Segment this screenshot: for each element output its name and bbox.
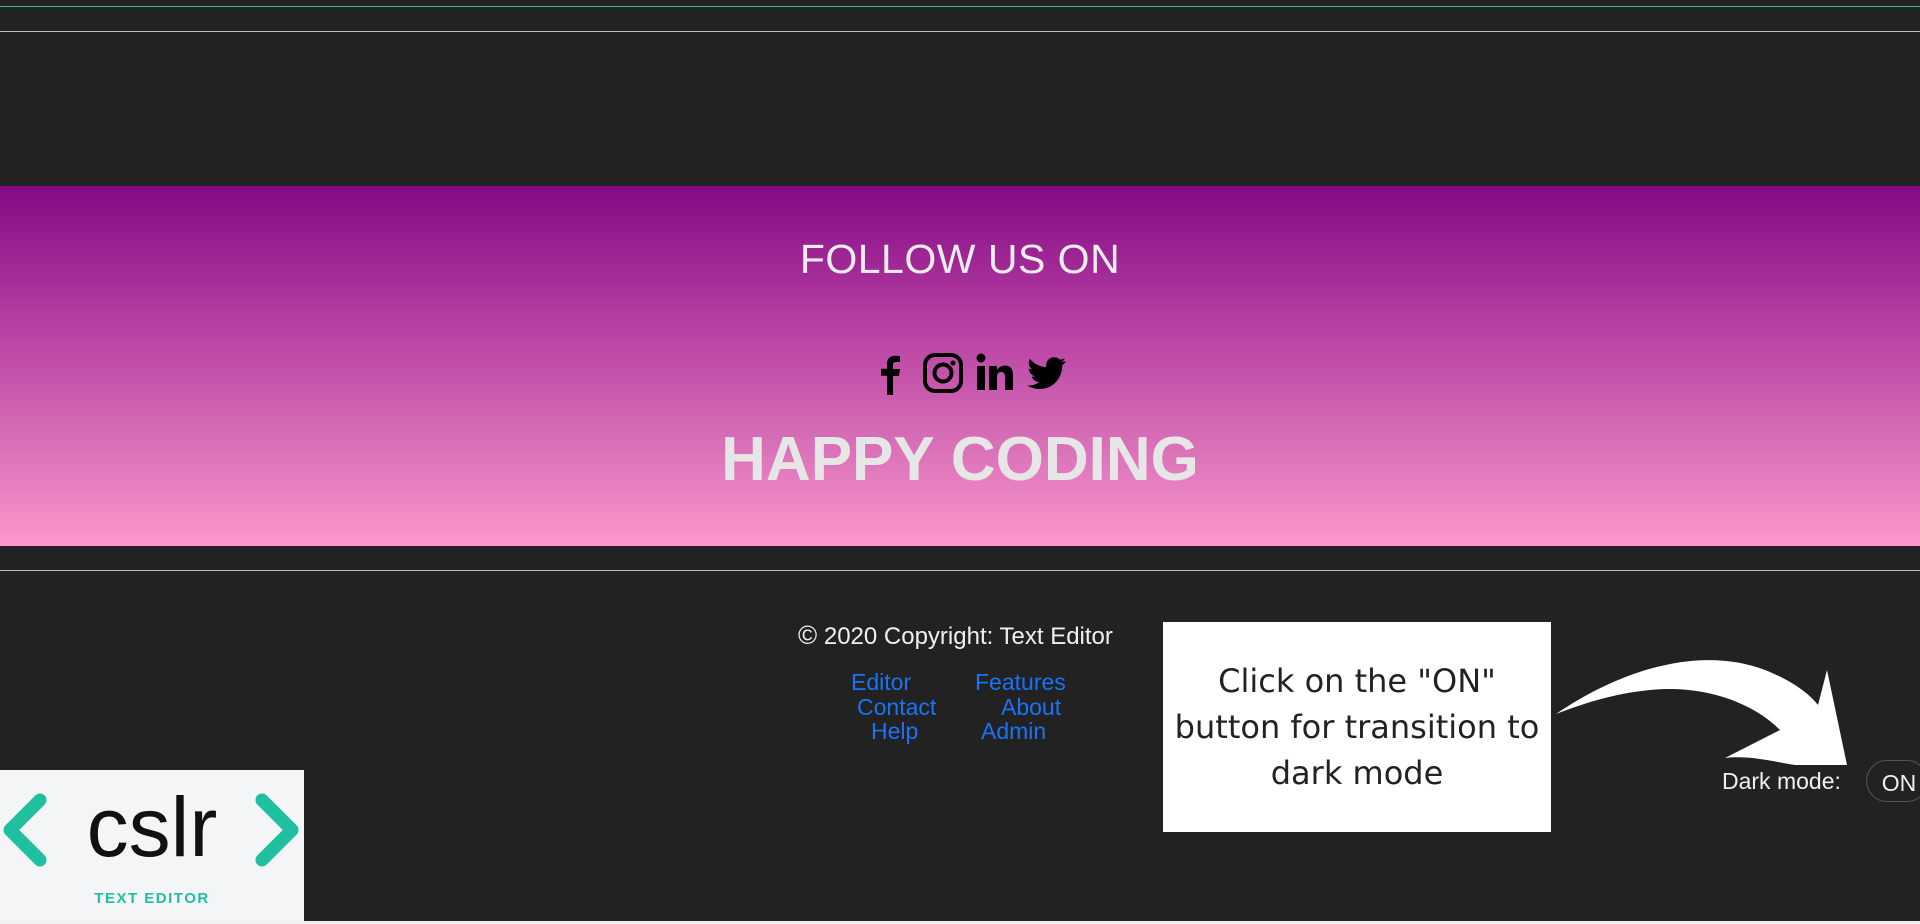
top-accent-line — [0, 6, 1920, 7]
divider-bottom — [0, 570, 1920, 571]
instagram-icon[interactable] — [922, 351, 964, 395]
copyright-text: © 2020 Copyright: Text Editor — [798, 620, 1113, 651]
footer-link-contact[interactable]: Contact — [857, 694, 936, 720]
logo-subtitle: TEXT EDITOR — [94, 890, 210, 907]
logo-wordmark: cslr — [87, 790, 218, 870]
footer-link-editor[interactable]: Editor — [851, 670, 911, 695]
facebook-icon[interactable] — [870, 351, 912, 395]
footer-link-features[interactable]: Features — [975, 670, 1066, 695]
twitter-icon[interactable] — [1026, 351, 1068, 395]
footer-link-help[interactable]: Help — [871, 719, 918, 744]
social-icons — [870, 350, 1068, 396]
footer-link-about[interactable]: About — [1001, 694, 1061, 720]
dark-mode-hint-box: Click on the "ON" button for transition … — [1163, 622, 1551, 832]
cslr-logo: cslr TEXT EDITOR — [0, 770, 304, 924]
divider-top — [0, 31, 1920, 32]
copyright-symbol: © — [798, 620, 818, 650]
footer-link-admin[interactable]: Admin — [981, 719, 1046, 744]
follow-us-heading: FOLLOW US ON — [799, 236, 1121, 282]
happy-coding-heading: HAPPY CODING — [721, 425, 1199, 494]
cslr-logo-mark: cslr — [3, 790, 299, 870]
curved-arrow-icon — [1556, 660, 1847, 765]
dark-mode-label: Dark mode: — [1722, 768, 1841, 794]
copyright-label: 2020 Copyright: Text Editor — [823, 623, 1113, 650]
dark-mode-toggle[interactable]: ON — [1866, 760, 1920, 802]
linkedin-icon[interactable] — [974, 351, 1016, 395]
